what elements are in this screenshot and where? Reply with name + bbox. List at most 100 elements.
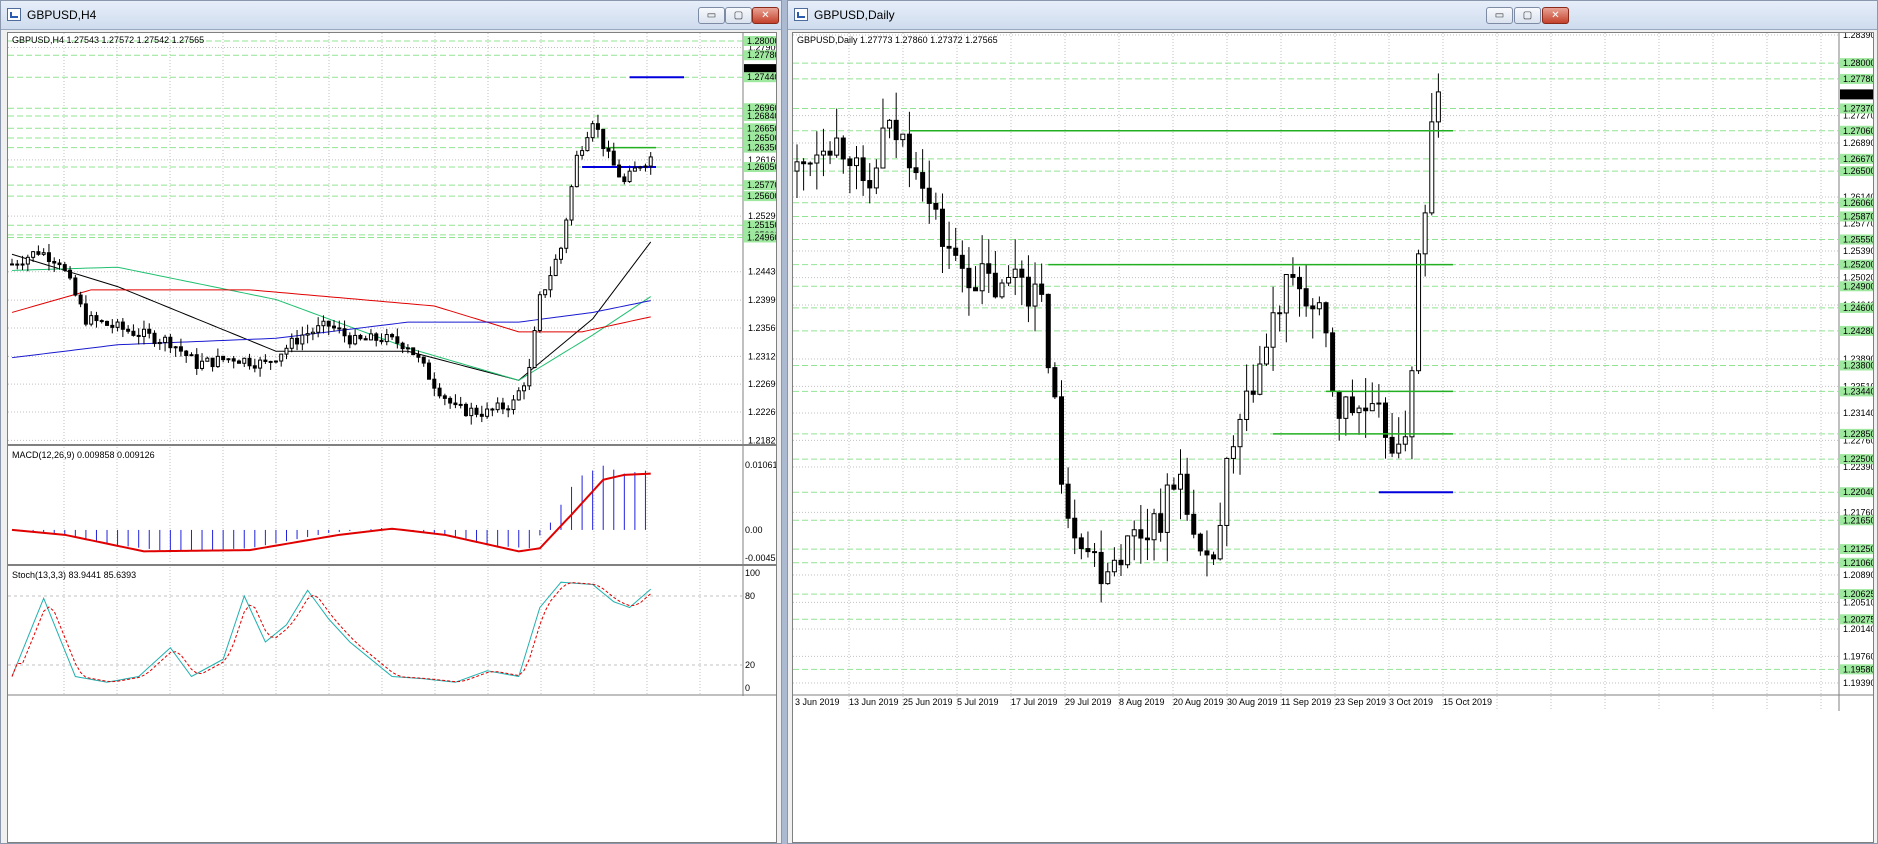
bear-candle	[374, 333, 379, 341]
macd-axis-label: 0.00	[745, 525, 763, 535]
maximize-button[interactable]: ▢	[725, 7, 752, 24]
bear-candle	[10, 263, 14, 266]
bull-candle	[834, 137, 840, 156]
bear-candle	[973, 287, 979, 292]
level-price-tag: 1.27370	[1843, 103, 1874, 113]
bear-candle	[83, 303, 88, 325]
daily-chart-svg[interactable]: 1.283901.272701.268901.261401.257701.253…	[793, 33, 1874, 843]
bear-candle	[867, 180, 873, 189]
bull-candle	[1125, 535, 1131, 566]
bear-candle	[105, 320, 110, 326]
left-window-titlebar[interactable]: GBPUSD,H4 ▭ ▢ ✕	[1, 1, 781, 30]
h4-chart-svg[interactable]: 1.279001.261601.252901.244301.239901.235…	[8, 33, 777, 843]
bull-candle	[1283, 273, 1289, 314]
bear-candle	[427, 362, 432, 380]
bear-candle	[1144, 537, 1150, 541]
bear-candle	[268, 360, 273, 363]
bull-candle	[189, 354, 194, 357]
stoch-axis-label: 100	[745, 568, 760, 578]
bull-candle	[574, 154, 579, 188]
bear-candle	[442, 395, 447, 399]
bull-candle	[215, 355, 220, 368]
right-window-titlebar[interactable]: GBPUSD,Daily ▭ ▢ ✕	[788, 1, 1877, 30]
chart-app-icon	[794, 8, 808, 21]
level-price-tag: 1.26060	[1843, 198, 1874, 208]
bull-candle	[516, 390, 521, 401]
bull-candle	[643, 165, 648, 168]
bear-candle	[601, 128, 606, 150]
bear-candle	[906, 133, 912, 169]
bear-candle	[210, 357, 215, 368]
bear-candle	[913, 167, 919, 174]
bull-candle	[1257, 363, 1263, 395]
bear-candle	[1098, 551, 1104, 585]
bull-candle	[543, 289, 548, 296]
left-chart-canvas[interactable]: 1.27900 1.26160 1.25290 1.24430 1.23990 1.235…	[7, 32, 777, 843]
price-axis-label: 1.23990	[748, 295, 777, 305]
level-price-tag: 1.25870	[1843, 211, 1874, 221]
level-price-tag: 1.23800	[1843, 360, 1874, 370]
bear-candle	[247, 357, 252, 367]
price-axis-label: 1.23560	[748, 323, 777, 333]
bull-candle	[163, 336, 168, 343]
maximize-button[interactable]: ▢	[1514, 7, 1541, 24]
bull-candle	[807, 162, 813, 165]
bear-candle	[432, 378, 437, 389]
bear-candle	[1045, 293, 1051, 369]
price-axis-label: 1.19390	[1843, 678, 1874, 688]
level-price-tag: 1.19580	[1843, 664, 1874, 674]
bear-candle	[152, 332, 157, 345]
bear-candle	[236, 360, 241, 364]
bear-candle	[379, 339, 384, 343]
bull-candle	[1356, 407, 1362, 414]
bear-candle	[622, 176, 627, 183]
level-price-tag: 1.24960	[747, 232, 777, 242]
bull-candle	[887, 119, 893, 129]
price-axis-label: 1.19760	[1843, 651, 1874, 661]
minimize-button[interactable]: ▭	[1486, 7, 1513, 24]
minimize-button[interactable]: ▭	[698, 7, 725, 24]
level-price-tag: 1.22500	[1843, 454, 1874, 464]
time-axis-label: 25 Jun 2019	[903, 697, 953, 707]
bull-candle	[900, 133, 906, 141]
close-button[interactable]: ✕	[1542, 7, 1569, 24]
macd-label: MACD(12,26,9) 0.009858 0.009126	[12, 450, 155, 460]
price-axis-label: 1.21820	[748, 435, 777, 445]
bull-candle	[1012, 268, 1018, 278]
close-button[interactable]: ✕	[752, 7, 779, 24]
bear-candle	[1250, 390, 1256, 395]
bull-candle	[321, 320, 326, 327]
right-chart-canvas[interactable]: 1.28390 1.27270 1.26890 1.26140 1.25770 1.253…	[792, 32, 1874, 843]
price-axis-label: 1.23120	[748, 351, 777, 361]
level-price-tag: 1.25150	[747, 220, 777, 230]
bear-candle	[295, 337, 300, 345]
left-window-title: GBPUSD,H4	[27, 8, 97, 22]
bear-candle	[252, 365, 257, 369]
empty-area	[8, 696, 776, 842]
bull-candle	[1409, 370, 1415, 438]
bear-candle	[959, 254, 965, 269]
price-axis-label: 1.24430	[748, 267, 777, 277]
bear-candle	[463, 403, 468, 417]
bear-candle	[131, 330, 136, 336]
level-price-tag: 1.27060	[1843, 126, 1874, 136]
bull-candle	[1343, 396, 1349, 419]
price-axis-label: 1.25390	[1843, 246, 1874, 256]
time-axis-label: 23 Sep 2019	[1335, 697, 1386, 707]
bear-candle	[946, 245, 952, 249]
level-price-tag: 1.22040	[1843, 487, 1874, 497]
bull-candle	[300, 334, 305, 345]
level-price-tag: 1.22850	[1843, 429, 1874, 439]
bull-candle	[511, 399, 516, 411]
bear-candle	[893, 119, 899, 141]
bull-candle	[316, 325, 321, 333]
bear-candle	[358, 334, 363, 340]
time-axis-label: 13 Jun 2019	[849, 697, 899, 707]
level-price-tag: 1.20275	[1843, 614, 1874, 624]
bull-candle	[1429, 121, 1435, 214]
level-price-tag: 1.26650	[747, 123, 777, 133]
bear-candle	[1389, 436, 1395, 454]
bear-candle	[184, 350, 189, 356]
bear-candle	[231, 358, 236, 362]
horizontal-levels	[793, 62, 1839, 670]
